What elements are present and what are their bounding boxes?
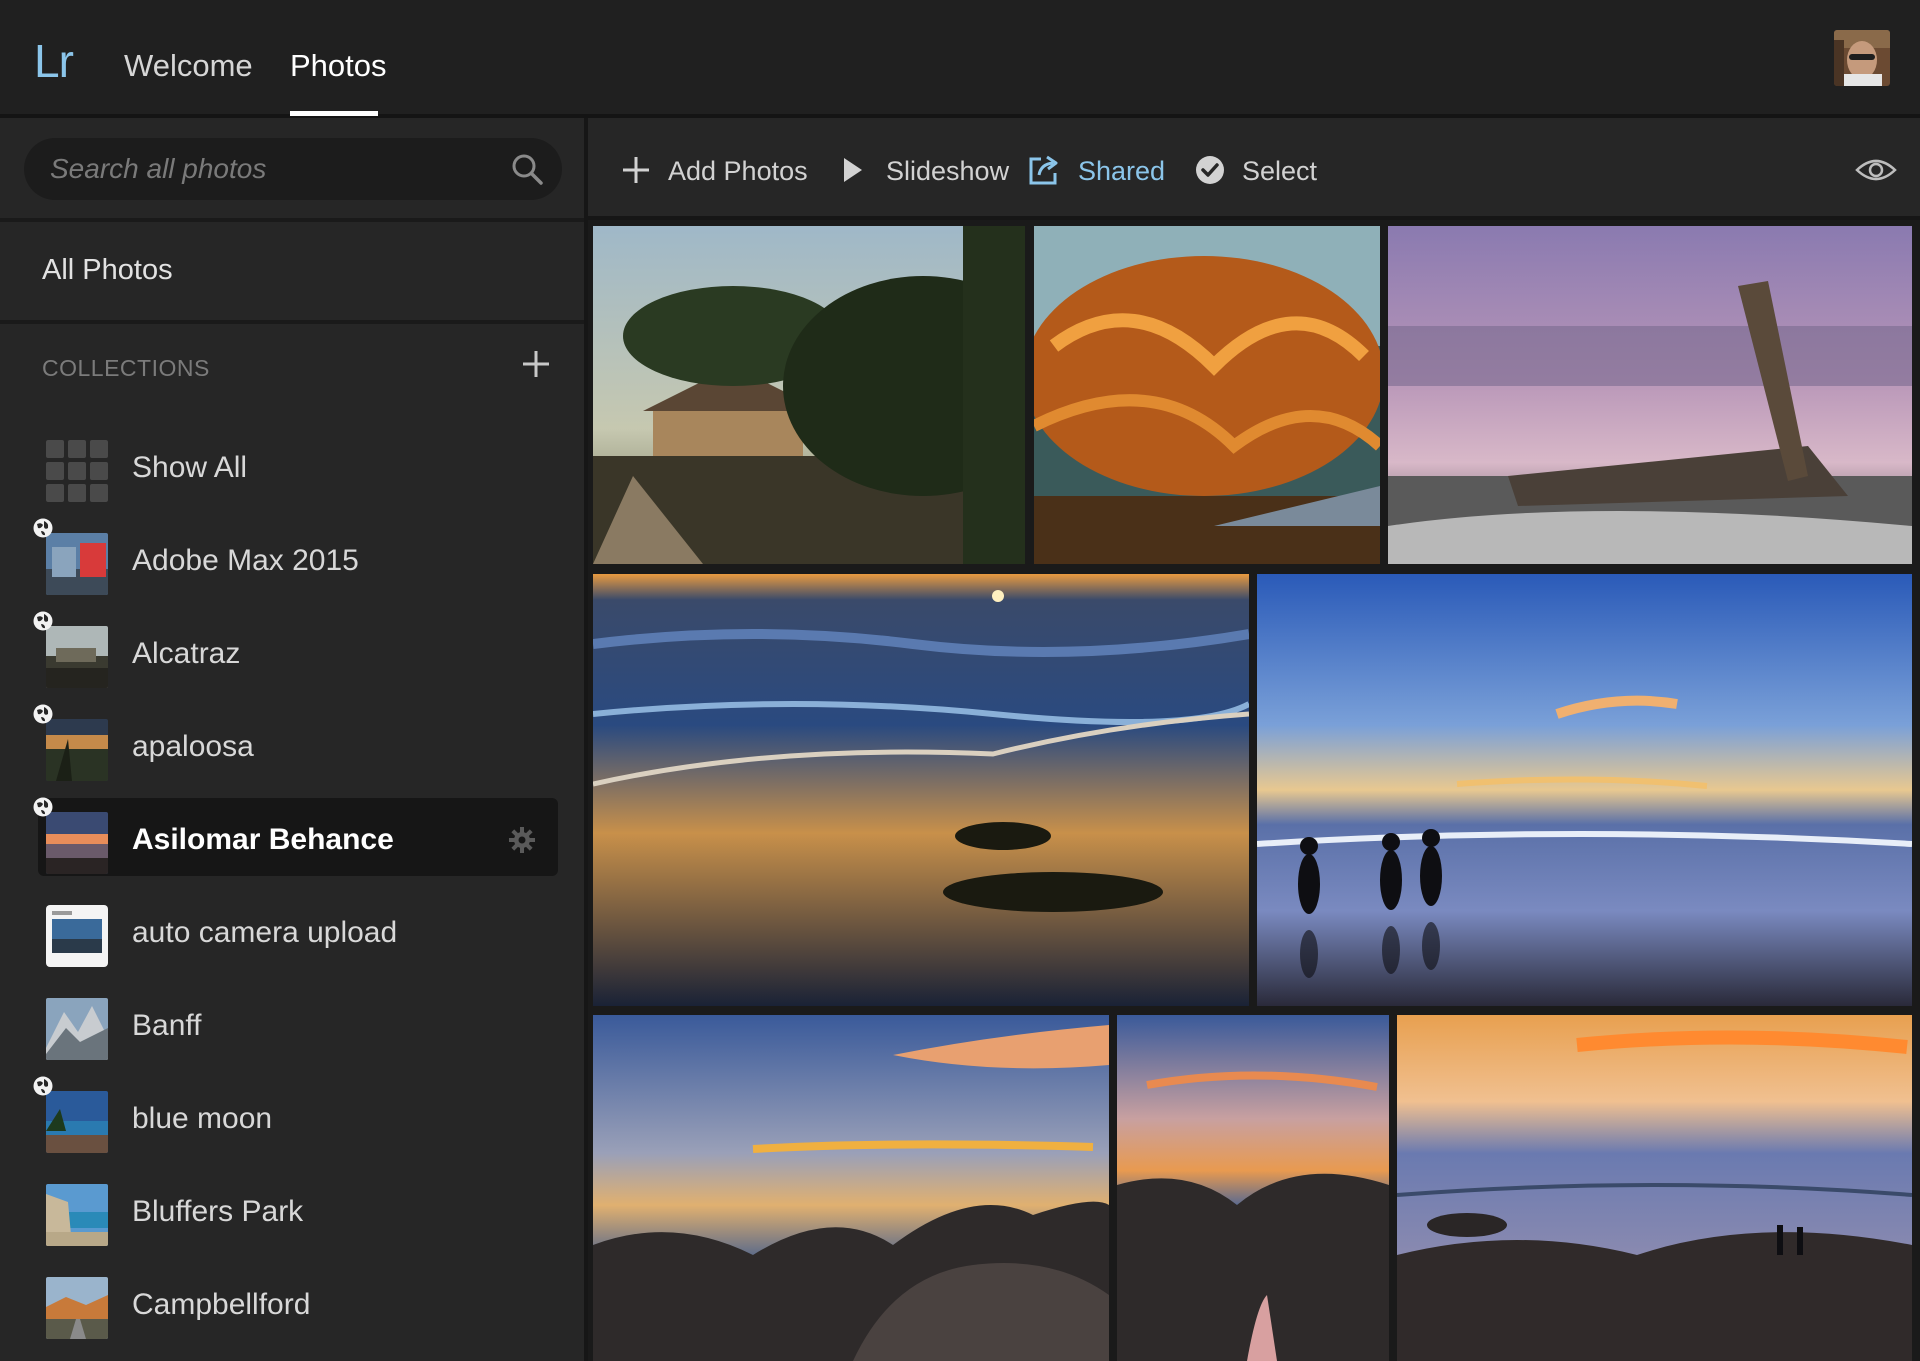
toolbar: Add Photos Slideshow Shared Select	[588, 118, 1920, 220]
select-label: Select	[1242, 156, 1318, 186]
search-box[interactable]	[24, 138, 562, 200]
globe-icon	[33, 518, 53, 538]
collection-thumbnail	[46, 905, 108, 967]
play-icon	[844, 158, 862, 182]
collection-thumbnail	[46, 1184, 108, 1246]
collection-label: apaloosa	[132, 730, 254, 763]
shared-label: Shared	[1078, 156, 1166, 186]
grid-icon	[46, 440, 108, 502]
lightroom-logo[interactable]: Lr	[34, 34, 74, 88]
collection-thumbnail	[46, 1091, 108, 1153]
plus-icon	[623, 157, 649, 183]
collection-label: Asilomar Behance	[132, 823, 394, 856]
add-photos-label: Add Photos	[668, 156, 808, 186]
user-avatar[interactable]	[1834, 30, 1890, 86]
divider	[0, 320, 584, 324]
slideshow-button[interactable]: Slideshow	[834, 152, 1009, 192]
collection-thumbnail	[46, 1277, 108, 1339]
collection-label: Alcatraz	[132, 637, 241, 670]
collection-adobe-max-2015[interactable]: Adobe Max 2015	[33, 518, 558, 597]
collections-heading: COLLECTIONS	[42, 355, 210, 381]
collection-thumbnail	[46, 626, 108, 688]
collection-banff[interactable]: Banff	[38, 984, 558, 1062]
photo-tile[interactable]	[593, 1015, 1109, 1361]
globe-icon	[33, 704, 53, 724]
globe-icon	[33, 797, 53, 817]
collection-label: Campbellford	[132, 1288, 311, 1321]
photo-tile[interactable]	[1388, 226, 1912, 564]
photo-tile[interactable]	[1117, 1015, 1389, 1361]
collection-alcatraz[interactable]: Alcatraz	[33, 611, 558, 690]
checkmark-circle-icon	[1196, 156, 1224, 184]
top-bar: Lr Welcome Photos	[0, 0, 1920, 118]
collection-label: auto camera upload	[132, 916, 398, 949]
photo-tile[interactable]	[1257, 574, 1912, 1006]
collection-label: Bluffers Park	[132, 1195, 304, 1228]
gear-icon[interactable]	[508, 826, 536, 854]
search-input[interactable]	[50, 148, 490, 190]
photo-tile[interactable]	[593, 574, 1249, 1006]
collection-thumbnail	[46, 533, 108, 595]
shared-button[interactable]: Shared	[1026, 152, 1166, 192]
photo-tile[interactable]	[1397, 1015, 1912, 1361]
collection-asilomar-behance[interactable]: Asilomar Behance	[33, 797, 558, 876]
select-button[interactable]: Select	[1192, 152, 1322, 192]
tab-welcome[interactable]: Welcome	[124, 48, 253, 84]
collection-label: Show All	[132, 451, 248, 484]
collection-label: blue moon	[132, 1102, 273, 1135]
collection-bluffers-park[interactable]: Bluffers Park	[38, 1170, 558, 1248]
collection-label: Banff	[132, 1009, 202, 1042]
add-collection-icon[interactable]	[518, 346, 554, 382]
collection-auto-camera-upload[interactable]: auto camera upload	[38, 891, 558, 969]
globe-icon	[33, 611, 53, 631]
collection-show-all[interactable]: Show All	[38, 426, 558, 504]
collection-thumbnail	[46, 719, 108, 781]
tab-photos[interactable]: Photos	[290, 48, 387, 84]
collection-label: Adobe Max 2015	[132, 544, 359, 577]
photo-tile[interactable]	[1034, 226, 1380, 564]
collection-apaloosa[interactable]: apaloosa	[33, 704, 558, 783]
slideshow-label: Slideshow	[886, 156, 1010, 186]
search-icon[interactable]	[508, 150, 546, 188]
all-photos-link[interactable]: All Photos	[42, 254, 173, 287]
add-photos-button[interactable]: Add Photos	[618, 152, 818, 192]
eye-icon[interactable]	[1854, 154, 1898, 186]
collection-thumbnail	[46, 998, 108, 1060]
divider	[0, 218, 584, 222]
photo-tile[interactable]	[593, 226, 1025, 564]
globe-icon	[33, 1076, 53, 1096]
collection-blue-moon[interactable]: blue moon	[33, 1076, 558, 1155]
photo-grid	[588, 220, 1920, 1361]
share-icon	[1029, 155, 1058, 185]
collection-campbellford[interactable]: Campbellford	[38, 1263, 558, 1341]
active-tab-indicator	[290, 111, 378, 116]
collection-thumbnail	[46, 812, 108, 874]
sidebar: All Photos COLLECTIONS Show All Adobe Ma…	[0, 118, 588, 1361]
